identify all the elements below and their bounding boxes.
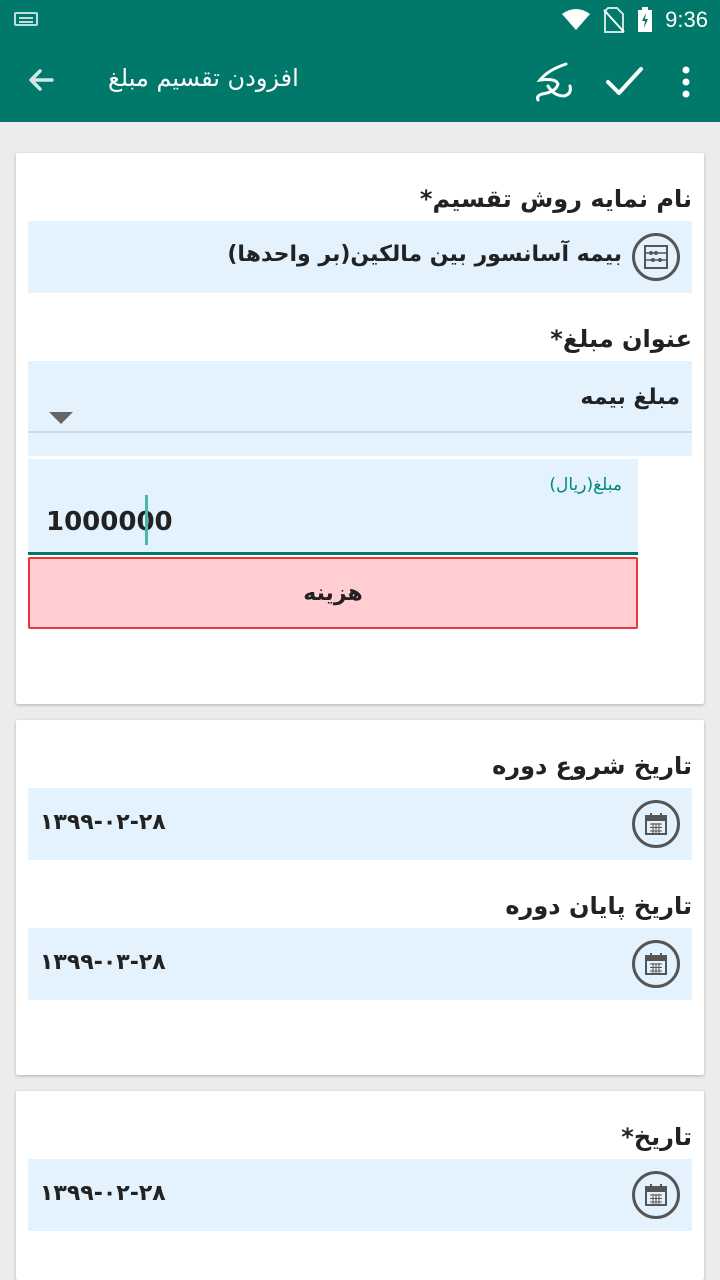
date-card: تاریخ* ۱۳۹۹-۰۲-۲۸ xyxy=(16,1091,704,1280)
no-sim-icon xyxy=(603,7,625,33)
date-field[interactable]: ۱۳۹۹-۰۲-۲۸ xyxy=(28,1159,692,1231)
period-start-label: تاریخ شروع دوره xyxy=(492,752,692,780)
date-value: ۱۳۹۹-۰۲-۲۸ xyxy=(40,1181,166,1206)
method-label: نام نمایه روش تقسیم* xyxy=(419,185,692,213)
period-start-value: ۱۳۹۹-۰۲-۲۸ xyxy=(40,810,166,835)
cost-type-button[interactable]: هزینه xyxy=(28,557,638,629)
amount-title-dropdown[interactable]: مبلغ بیمه xyxy=(28,361,692,456)
period-start-field[interactable]: ۱۳۹۹-۰۲-۲۸ xyxy=(28,788,692,860)
amount-title-label: عنوان مبلغ* xyxy=(550,325,692,353)
amount-label: مبلغ(ریال) xyxy=(549,475,622,495)
dropdown-underline xyxy=(28,431,692,433)
more-vert-icon[interactable] xyxy=(670,62,702,102)
method-field[interactable]: بیمه آسانسور بین مالکین(بر واحدها) xyxy=(28,221,692,293)
period-end-field[interactable]: ۱۳۹۹-۰۳-۲۸ xyxy=(28,928,692,1000)
check-icon[interactable] xyxy=(600,58,648,104)
battery-icon xyxy=(638,7,653,32)
status-bar: 9:36 xyxy=(0,0,720,40)
help-button[interactable] xyxy=(526,56,580,108)
keyboard-icon xyxy=(14,12,38,26)
app-bar: افزودن تقسیم مبلغ xyxy=(0,40,720,122)
date-label: تاریخ* xyxy=(621,1123,692,1151)
page-title: افزودن تقسیم مبلغ xyxy=(108,64,299,92)
amount-title-value: مبلغ بیمه xyxy=(580,385,680,410)
calendar-icon[interactable] xyxy=(632,940,680,988)
period-end-value: ۱۳۹۹-۰۳-۲۸ xyxy=(40,950,166,975)
status-icons: 9:36 xyxy=(561,0,708,40)
split-info-card: نام نمایه روش تقسیم* بیمه آسانسور بین ما… xyxy=(16,153,704,704)
calendar-icon[interactable] xyxy=(632,800,680,848)
dropdown-arrow-icon xyxy=(49,412,73,424)
wifi-icon xyxy=(562,9,591,30)
amount-input[interactable]: مبلغ(ریال) 1000000 xyxy=(28,459,638,555)
period-end-label: تاریخ پایان دوره xyxy=(505,892,692,920)
period-card: تاریخ شروع دوره ۱۳۹۹-۰۲-۲۸ تاریخ پایان د… xyxy=(16,720,704,1075)
back-arrow-icon[interactable] xyxy=(22,60,62,100)
amount-value: 1000000 xyxy=(46,507,173,537)
method-value: بیمه آسانسور بین مالکین(بر واحدها) xyxy=(227,242,622,267)
abacus-icon xyxy=(632,233,680,281)
calendar-icon[interactable] xyxy=(632,1171,680,1219)
text-cursor xyxy=(145,495,148,545)
clock: 9:36 xyxy=(665,7,708,32)
